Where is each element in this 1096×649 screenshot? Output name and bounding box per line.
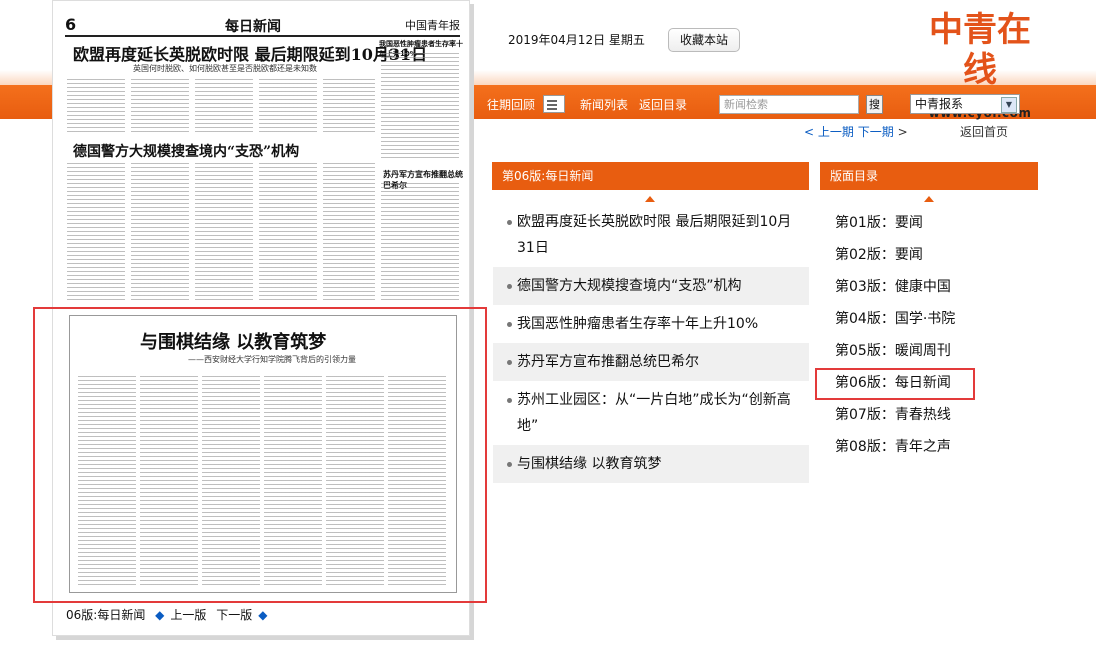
- search-input[interactable]: 新闻检索: [719, 95, 859, 114]
- paper-select-value: 中青报系: [915, 97, 964, 111]
- paper-select[interactable]: 中青报系 ▼: [910, 94, 1020, 114]
- bullet-icon: [507, 398, 512, 403]
- next-arrow-icon: >: [897, 125, 908, 139]
- news-list-item[interactable]: 欧盟再度延长英脱欧时限 最后期限延到10月31日: [493, 203, 809, 267]
- bullet-icon: [507, 462, 512, 467]
- news-item-title[interactable]: 与围棋结缘 以教育筑梦: [517, 456, 661, 472]
- news-list-link[interactable]: 新闻列表: [580, 96, 628, 113]
- directory-panel-header: 版面目录: [820, 162, 1038, 190]
- page-section-name: 每日新闻: [225, 19, 281, 35]
- directory-item[interactable]: 第07版：青春热线: [820, 399, 1038, 431]
- directory-item[interactable]: 第03版：健康中国: [820, 271, 1038, 303]
- bullet-icon: [507, 322, 512, 327]
- directory-item[interactable]: 第01版：要闻: [820, 207, 1038, 239]
- article-headline-2[interactable]: 德国警方大规模搜查境内“支恐”机构: [73, 141, 299, 161]
- news-item-title[interactable]: 苏州工业园区：从“一片白地”成长为“创新高地”: [517, 392, 791, 434]
- news-list-item[interactable]: 我国恶性肿瘤患者生存率十年上升10%: [493, 305, 809, 343]
- directory-item[interactable]: 第04版：国学·书院: [820, 303, 1038, 335]
- bullet-icon: [507, 220, 512, 225]
- news-list: 欧盟再度延长英脱欧时限 最后期限延到10月31日德国警方大规模搜查境内“支恐”机…: [493, 203, 809, 483]
- news-panel-header: 第06版:每日新闻: [492, 162, 809, 190]
- current-page-label: 06版:每日新闻: [66, 608, 146, 622]
- search-button[interactable]: 搜: [866, 95, 883, 114]
- logo-cn: 中青在线: [929, 10, 1031, 90]
- next-page-link[interactable]: 下一版: [216, 608, 252, 622]
- current-date: 2019年04月12日 星期五: [508, 33, 645, 47]
- back-home-link[interactable]: 返回首页: [960, 123, 1008, 140]
- article-headline-1[interactable]: 欧盟再度延长英脱欧时限 最后期限延到10月31日: [73, 41, 427, 65]
- page-directory: 第01版：要闻 第02版：要闻 第03版：健康中国 第04版：国学·书院 第05版：暖闻…: [820, 207, 1038, 463]
- prev-issue-link[interactable]: 上一期: [818, 125, 854, 139]
- directory-item[interactable]: 第02版：要闻: [820, 239, 1038, 271]
- news-item-title[interactable]: 欧盟再度延长英脱欧时限 最后期限延到10月31日: [517, 214, 791, 256]
- news-list-item[interactable]: 与围棋结缘 以教育筑梦: [493, 445, 809, 483]
- news-item-title[interactable]: 德国警方大规模搜查境内“支恐”机构: [517, 278, 742, 294]
- page-pager: 06版:每日新闻 ◆ 上一版 下一版 ◆: [66, 606, 273, 623]
- back-directory-link[interactable]: 返回目录: [639, 96, 687, 113]
- bullet-icon: [507, 360, 512, 365]
- issue-nav: < 上一期 下一期 >: [804, 123, 908, 140]
- news-item-title[interactable]: 我国恶性肿瘤患者生存率十年上升10%: [517, 316, 758, 332]
- next-page-icon: ◆: [258, 608, 268, 622]
- directory-item[interactable]: 第08版：青年之声: [820, 431, 1038, 463]
- selected-article-highlight: [33, 307, 487, 603]
- news-item-title[interactable]: 苏丹军方宣布推翻总统巴希尔: [517, 354, 699, 370]
- collapse-arrow-icon[interactable]: [924, 196, 934, 202]
- prev-arrow-icon: <: [804, 125, 815, 139]
- calendar-icon[interactable]: [543, 95, 565, 113]
- prev-page-link[interactable]: 上一版: [170, 608, 206, 622]
- directory-item[interactable]: 第05版：暖闻周刊: [820, 335, 1038, 367]
- favorite-button[interactable]: 收藏本站: [668, 28, 740, 52]
- history-link[interactable]: 往期回顾: [487, 96, 535, 113]
- prev-page-icon: ◆: [155, 608, 165, 622]
- next-issue-link[interactable]: 下一期: [858, 125, 894, 139]
- news-list-item[interactable]: 德国警方大规模搜查境内“支恐”机构: [493, 267, 809, 305]
- paper-masthead-logo: 中国青年报: [405, 19, 460, 32]
- page-masthead: 6 每日新闻 中国青年报: [65, 15, 460, 37]
- collapse-arrow-icon[interactable]: [645, 196, 655, 202]
- news-list-item[interactable]: 苏州工业园区：从“一片白地”成长为“创新高地”: [493, 381, 809, 445]
- chevron-down-icon[interactable]: ▼: [1001, 97, 1017, 113]
- bullet-icon: [507, 284, 512, 289]
- page-number: 6: [65, 15, 77, 34]
- news-list-item[interactable]: 苏丹军方宣布推翻总统巴希尔: [493, 343, 809, 381]
- article-subhead-1: 英国何时脱欧、如何脱欧甚至是否脱欧都还是未知数: [133, 64, 317, 73]
- selected-page-highlight: [815, 368, 975, 400]
